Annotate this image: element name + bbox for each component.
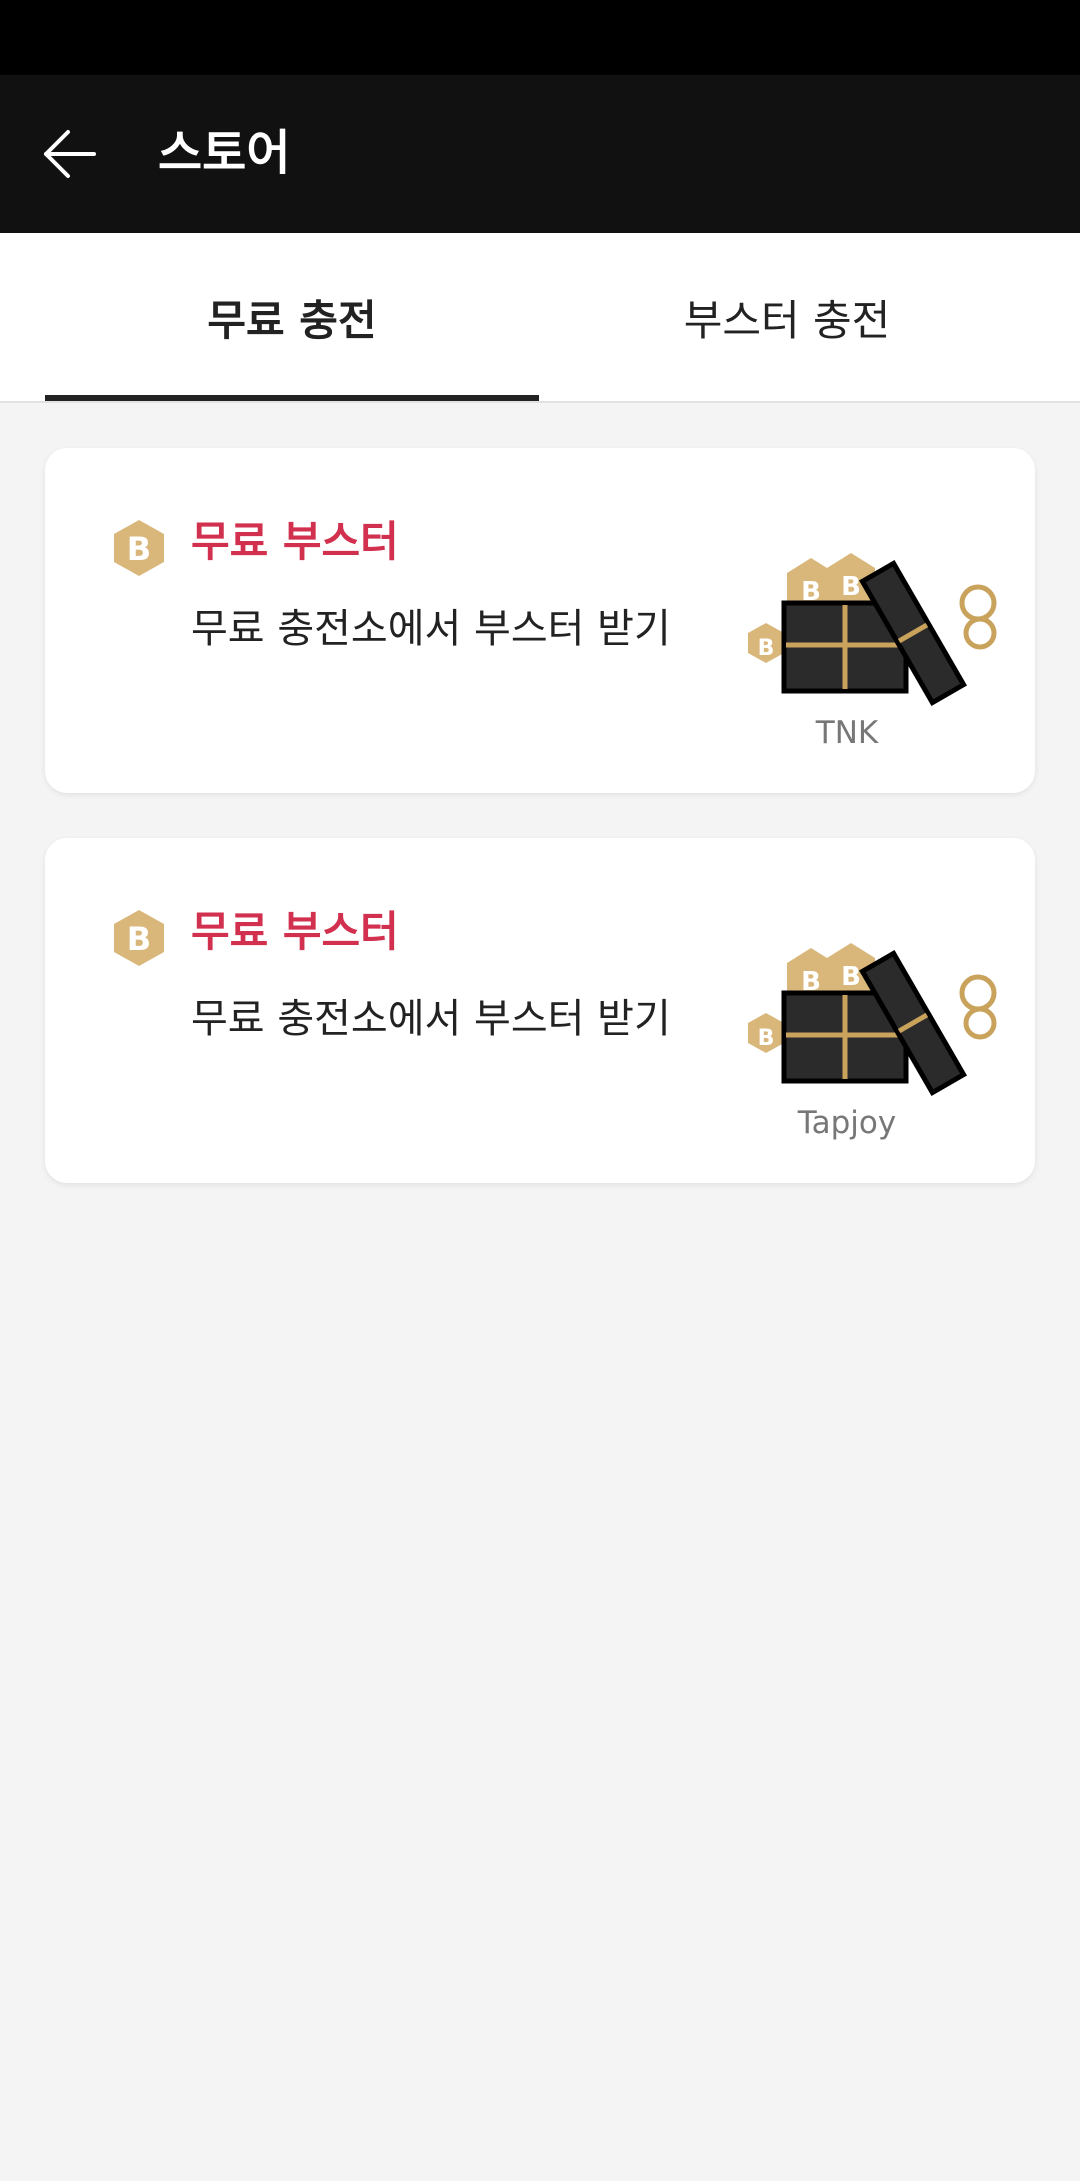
svg-text:B: B [841,572,861,602]
card-title: 무료 부스터 [191,517,399,566]
offerwall-card-tapjoy[interactable]: B 무료 부스터 무료 충전소에서 부스터 받기 B B B Tapjoy [45,838,1035,1183]
provider-label: Tapjoy [797,1105,897,1141]
booster-coin-icon: B [114,910,164,966]
svg-text:B: B [758,1026,775,1051]
card-description: 무료 충전소에서 부스터 받기 [191,996,671,1042]
gift-box-illustration: B B B [748,943,997,1097]
tab-free-charge[interactable]: 무료 충전 [45,233,539,401]
back-button[interactable] [30,114,110,194]
svg-text:B: B [127,530,151,568]
app-bar: 스토어 [0,75,1080,233]
svg-text:B: B [127,920,151,958]
active-tab-indicator [45,395,539,401]
card-description: 무료 충전소에서 부스터 받기 [191,606,671,652]
booster-coin-icon: B [114,520,164,576]
svg-text:B: B [841,962,861,992]
card-title: 무료 부스터 [191,907,399,956]
tab-booster-charge[interactable]: 부스터 충전 [540,233,1034,401]
tab-bar: 무료 충전 부스터 충전 [0,233,1080,403]
svg-text:B: B [758,636,775,661]
status-bar [0,0,1080,75]
provider-label: TNK [815,715,879,751]
offerwall-card-tnk[interactable]: B 무료 부스터 무료 충전소에서 부스터 받기 B B B TNK [45,448,1035,793]
arrow-left-icon [44,130,96,178]
gift-box-illustration: B B B [748,553,997,707]
page-title: 스토어 [158,125,291,181]
